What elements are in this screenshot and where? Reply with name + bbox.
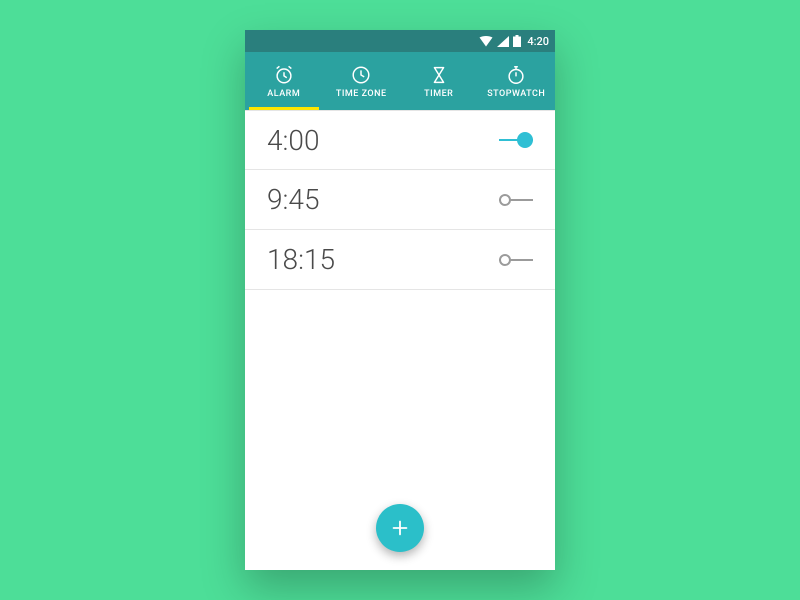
tab-label: TIMER xyxy=(424,89,453,99)
alarm-toggle[interactable] xyxy=(499,192,533,208)
tab-timer[interactable]: TIMER xyxy=(400,52,478,110)
add-alarm-button[interactable] xyxy=(376,504,424,552)
plus-icon xyxy=(389,517,411,539)
tab-alarm[interactable]: ALARM xyxy=(245,52,323,110)
tab-label: STOPWATCH xyxy=(487,89,545,99)
alarm-row[interactable]: 18:15 xyxy=(245,230,555,290)
alarm-time: 18:15 xyxy=(267,243,335,276)
alarm-row[interactable]: 4:00 xyxy=(245,110,555,170)
alarm-icon xyxy=(273,64,295,86)
tab-label: ALARM xyxy=(267,89,300,99)
alarm-toggle[interactable] xyxy=(499,252,533,268)
hourglass-icon xyxy=(428,64,450,86)
tab-timezone[interactable]: TIME ZONE xyxy=(323,52,401,110)
alarm-time: 4:00 xyxy=(267,124,319,157)
clock-icon xyxy=(350,64,372,86)
alarm-toggle[interactable] xyxy=(499,132,533,148)
cell-signal-icon xyxy=(497,36,509,47)
tab-label: TIME ZONE xyxy=(336,89,387,99)
alarm-time: 9:45 xyxy=(267,183,319,216)
status-bar: 4:20 xyxy=(245,30,555,52)
tab-stopwatch[interactable]: STOPWATCH xyxy=(478,52,556,110)
alarm-list: 4:00 9:45 18:15 xyxy=(245,110,555,570)
statusbar-time: 4:20 xyxy=(527,35,549,48)
stopwatch-icon xyxy=(505,64,527,86)
alarm-row[interactable]: 9:45 xyxy=(245,170,555,230)
wifi-icon xyxy=(479,36,493,47)
tab-bar: ALARM TIME ZONE TIMER xyxy=(245,52,555,110)
battery-icon xyxy=(513,35,521,47)
phone-frame: 4:20 ALARM TIME ZONE xyxy=(245,30,555,570)
